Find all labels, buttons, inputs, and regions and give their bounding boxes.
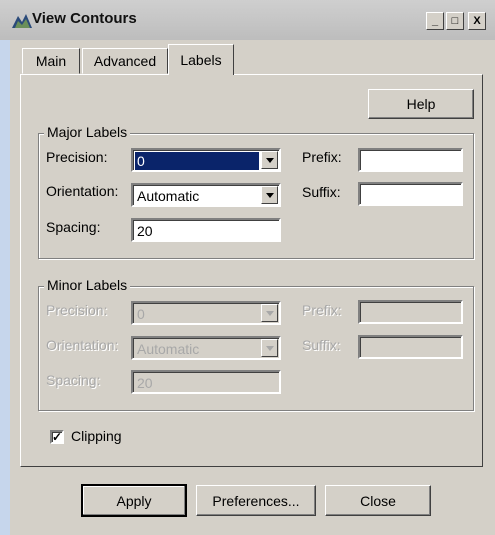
- maximize-icon: □: [451, 15, 459, 27]
- minor-prefix-label: Prefix:: [302, 302, 342, 318]
- major-suffix-input[interactable]: [358, 182, 463, 206]
- contours-app-icon: [12, 14, 32, 28]
- maximize-button[interactable]: □: [446, 12, 464, 30]
- preferences-button-label: Preferences...: [212, 492, 300, 509]
- minor-suffix-label: Suffix:: [302, 337, 341, 353]
- clipping-label[interactable]: Clipping: [71, 428, 122, 444]
- close-icon: X: [473, 15, 481, 27]
- close-button[interactable]: Close: [325, 485, 431, 516]
- tab-main-label: Main: [35, 53, 67, 69]
- minor-precision-value: 0: [137, 306, 145, 322]
- tab-advanced[interactable]: Advanced: [82, 48, 168, 74]
- major-prefix-label: Prefix:: [302, 149, 342, 165]
- minor-spacing-label: Spacing:: [46, 372, 101, 388]
- preferences-button[interactable]: Preferences...: [196, 485, 316, 516]
- minor-spacing-input[interactable]: 20: [131, 370, 281, 394]
- minor-precision-dropdown-button[interactable]: [261, 304, 278, 322]
- window-edge: [0, 40, 10, 535]
- major-orientation-label: Orientation:: [46, 183, 119, 199]
- help-button[interactable]: Help: [368, 89, 474, 119]
- major-orientation-dropdown-button[interactable]: [261, 186, 278, 204]
- close-button-label: Close: [360, 492, 396, 509]
- minor-orientation-value: Automatic: [137, 341, 200, 357]
- checkmark-icon: ✓: [52, 430, 63, 444]
- major-orientation-value: Automatic: [137, 188, 200, 204]
- apply-button-label: Apply: [116, 492, 152, 509]
- minor-orientation-dropdown-button[interactable]: [261, 339, 278, 357]
- chevron-down-icon: [265, 345, 274, 351]
- chevron-down-icon: [265, 192, 274, 198]
- title-bar[interactable]: View Contours _ □ X: [0, 0, 495, 40]
- help-button-label: Help: [406, 96, 436, 112]
- major-precision-dropdown-button[interactable]: [261, 151, 278, 169]
- major-labels-legend: Major Labels: [44, 124, 131, 140]
- minor-precision-select[interactable]: 0: [131, 301, 281, 325]
- minimize-button[interactable]: _: [426, 12, 444, 30]
- window-title: View Contours: [32, 10, 137, 27]
- major-spacing-input[interactable]: 20: [131, 218, 281, 242]
- major-prefix-input[interactable]: [358, 148, 463, 172]
- tab-advanced-label: Advanced: [93, 53, 157, 69]
- minor-precision-label: Precision:: [46, 302, 108, 318]
- minor-labels-legend: Minor Labels: [44, 277, 131, 293]
- minimize-icon: _: [431, 15, 439, 27]
- major-spacing-label: Spacing:: [46, 219, 101, 235]
- major-orientation-select[interactable]: Automatic: [131, 183, 281, 207]
- close-window-button[interactable]: X: [468, 12, 486, 30]
- chevron-down-icon: [265, 157, 274, 163]
- major-precision-label: Precision:: [46, 149, 108, 165]
- major-precision-value: 0: [135, 152, 259, 170]
- major-suffix-label: Suffix:: [302, 184, 341, 200]
- minor-orientation-label: Orientation:: [46, 337, 119, 353]
- minor-suffix-input[interactable]: [358, 335, 463, 359]
- chevron-down-icon: [265, 310, 274, 316]
- tab-labels-label: Labels: [180, 52, 222, 68]
- minor-prefix-input[interactable]: [358, 300, 463, 324]
- major-precision-select[interactable]: 0: [131, 148, 281, 172]
- tab-labels[interactable]: Labels: [168, 44, 234, 75]
- minor-orientation-select[interactable]: Automatic: [131, 336, 281, 360]
- apply-button[interactable]: Apply: [81, 484, 187, 517]
- tab-main[interactable]: Main: [22, 48, 80, 74]
- clipping-checkbox[interactable]: ✓: [50, 430, 64, 444]
